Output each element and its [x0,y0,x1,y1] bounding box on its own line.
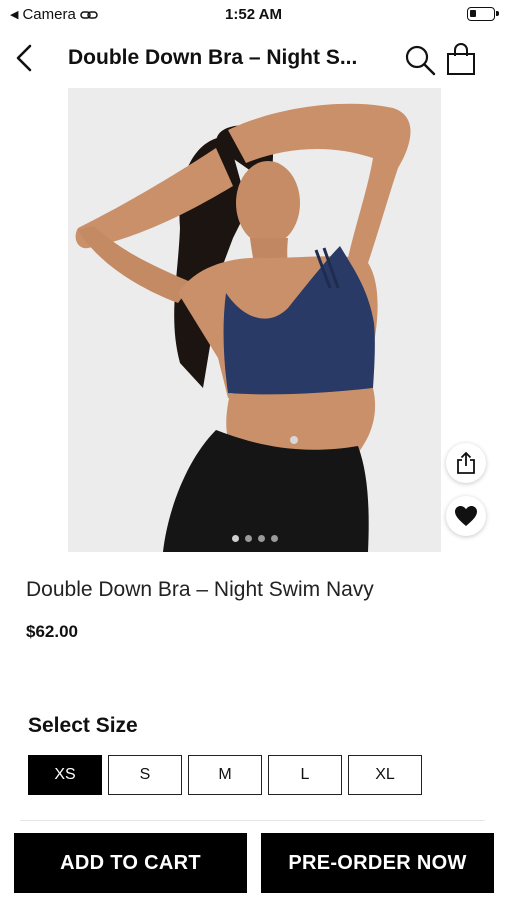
product-photo [68,88,441,552]
cart-button[interactable] [444,42,478,76]
share-button[interactable] [446,443,486,483]
size-heading: Select Size [28,714,138,737]
product-image-gallery[interactable] [68,88,441,552]
battery-icon [467,7,499,21]
size-option-l[interactable]: L [268,755,342,795]
heart-icon [455,506,477,526]
size-option-m[interactable]: M [188,755,262,795]
back-arrow-icon [16,44,32,72]
product-price: $62.00 [26,622,78,641]
divider [20,820,485,821]
favorite-button[interactable] [446,496,486,536]
size-selector: XS S M L XL [28,755,422,795]
share-icon [457,451,475,474]
top-nav-bar: Double Down Bra – Night S... [0,32,507,84]
gallery-dot[interactable] [257,535,265,542]
size-option-s[interactable]: S [108,755,182,795]
size-option-xl[interactable]: XL [348,755,422,795]
size-option-xs[interactable]: XS [28,755,102,795]
search-button[interactable] [404,44,436,76]
gallery-dot[interactable] [231,535,239,542]
status-time: 1:52 AM [225,6,282,23]
status-bar: ◀ Camera 1:52 AM [0,0,507,30]
shopping-bag-icon [447,43,475,75]
gallery-dot[interactable] [244,535,252,542]
pre-order-button[interactable]: PRE-ORDER NOW [261,833,494,893]
gallery-pagination [68,535,441,542]
search-icon [405,45,436,76]
add-to-cart-button[interactable]: ADD TO CART [14,833,247,893]
page-title: Double Down Bra – Night S... [68,46,358,69]
back-button[interactable] [10,42,38,74]
product-name: Double Down Bra – Night Swim Navy [26,578,374,601]
gallery-dot[interactable] [270,535,278,542]
